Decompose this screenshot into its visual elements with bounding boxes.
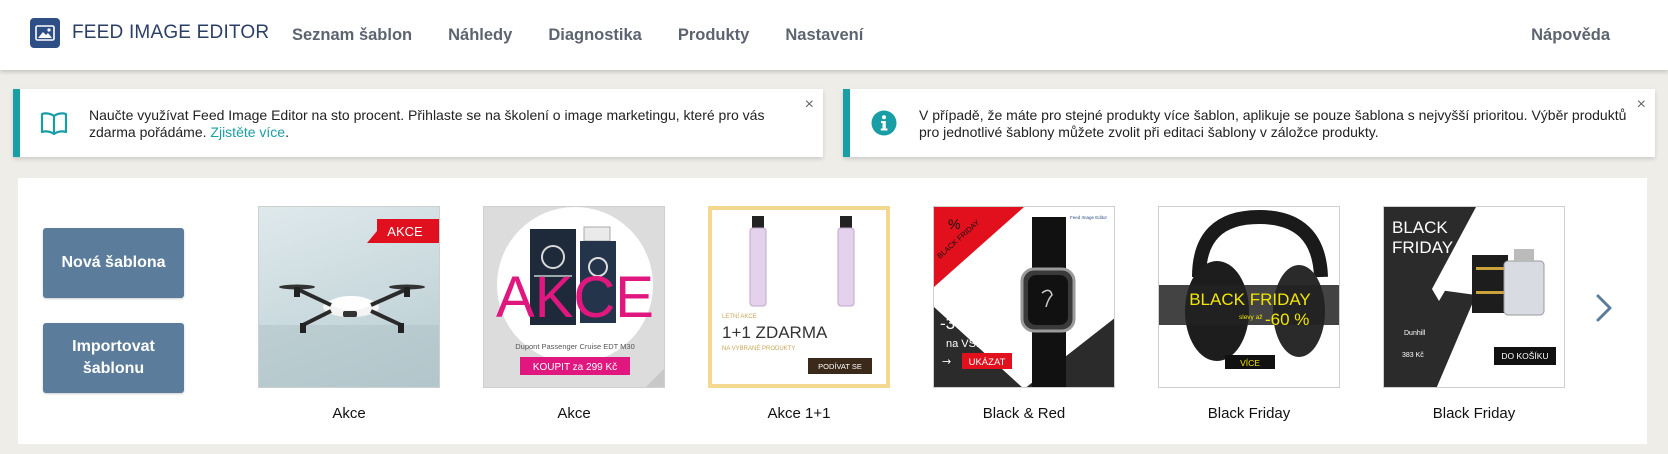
template-card[interactable]: AKCE Akce <box>258 206 440 422</box>
promo-headline: 1+1 ZDARMA <box>722 323 828 342</box>
notice-message: Naučte využívat Feed Image Editor na sto… <box>89 107 765 140</box>
template-card[interactable]: LETNÍ AKCE 1+1 ZDARMA NA VYBRANÉ PRODUKT… <box>708 206 890 422</box>
cta-text: PODÍVAT SE <box>818 362 862 371</box>
brand-name: FEED IMAGE EDITOR <box>72 22 270 43</box>
discount-text: -30 % <box>940 314 984 333</box>
template-card[interactable]: BLACK FRIDAY Dunhill 383 Kč DO KOŠÍKU Bl… <box>1383 206 1565 422</box>
new-template-button[interactable]: Nová šablona <box>43 228 184 298</box>
promo-sub: NA VYBRANÉ PRODUKTY <box>722 345 795 352</box>
template-name: Akce 1+1 <box>767 405 831 422</box>
notice-text: Naučte využívat Feed Image Editor na sto… <box>89 107 779 141</box>
nav-templates[interactable]: Seznam šablon <box>292 26 412 45</box>
cta-text: DO KOŠÍKU <box>1501 351 1548 361</box>
arrow-right-icon: → <box>942 355 951 368</box>
book-icon <box>40 109 68 137</box>
close-icon[interactable]: × <box>1637 97 1646 113</box>
template-name: Black Friday <box>1432 405 1516 422</box>
cta-text: KOUPIT za 299 Kč <box>533 362 617 373</box>
badge-text: AKCE <box>387 224 423 239</box>
close-icon[interactable]: × <box>805 97 814 113</box>
cta-text: VÍCE <box>1240 358 1260 368</box>
template-name: Black & Red <box>982 405 1066 422</box>
top-navigation-bar: FEED IMAGE EDITOR Seznam šablon Náhledy … <box>0 0 1668 70</box>
promo-headline-1: BLACK <box>1392 218 1448 237</box>
template-card[interactable]: AKCE Dupont Passenger Cruise EDT M30 KOU… <box>483 206 665 422</box>
promo-headline: BLACK FRIDAY <box>1189 290 1311 309</box>
template-gallery: Nová šablona Importovat šablonu AKCE Akc… <box>18 178 1647 444</box>
template-thumbnail: % BLACK FRIDAY Feed Image Editor -30 % n… <box>933 206 1115 388</box>
chevron-right-icon[interactable] <box>1588 288 1618 328</box>
product-name: Dupont Passenger Cruise EDT M30 <box>515 342 635 351</box>
brand-tag: Feed Image Editor <box>1070 215 1108 220</box>
nav-diagnostics[interactable]: Diagnostika <box>548 26 642 45</box>
template-name: Akce <box>557 405 591 422</box>
import-template-button[interactable]: Importovat šablonu <box>43 323 184 393</box>
nav-settings[interactable]: Nastavení <box>785 26 863 45</box>
template-name: Akce <box>332 405 366 422</box>
promo-headline-2: FRIDAY <box>1392 238 1453 257</box>
priority-notice: V případě, že máte pro stejné produkty v… <box>843 89 1655 157</box>
template-thumbnail: AKCE <box>258 206 440 388</box>
template-thumbnail: AKCE Dupont Passenger Cruise EDT M30 KOU… <box>483 206 665 388</box>
promo-headline: AKCE <box>496 265 654 330</box>
nav-products[interactable]: Produkty <box>678 26 750 45</box>
info-icon <box>870 109 898 137</box>
discount-text: -60 % <box>1265 310 1309 329</box>
discount-sub: na VŠE <box>946 337 983 350</box>
template-thumbnail: BLACK FRIDAY slevy až -60 % VÍCE <box>1158 206 1340 388</box>
cta-text: UKÁZAT <box>969 357 1006 368</box>
promo-sub: slevy až <box>1239 314 1262 321</box>
template-name: Black Friday <box>1207 405 1291 422</box>
notice-message: V případě, že máte pro stejné produkty v… <box>919 107 1627 140</box>
image-logo-icon <box>30 18 60 48</box>
training-notice: Naučte využívat Feed Image Editor na sto… <box>13 89 823 157</box>
template-card[interactable]: % BLACK FRIDAY Feed Image Editor -30 % n… <box>933 206 1115 422</box>
brand[interactable]: FEED IMAGE EDITOR <box>30 18 269 48</box>
notice-period: . <box>285 124 289 140</box>
template-thumbnail: LETNÍ AKCE 1+1 ZDARMA NA VYBRANÉ PRODUKT… <box>708 206 890 388</box>
learn-more-link[interactable]: Zjistěte více <box>210 124 285 140</box>
nav-help[interactable]: Nápověda <box>1531 26 1610 45</box>
product-name: Dunhill <box>1404 330 1426 337</box>
nav-previews[interactable]: Náhledy <box>448 26 512 45</box>
price-text: 383 Kč <box>1402 352 1424 359</box>
template-thumbnail: BLACK FRIDAY Dunhill 383 Kč DO KOŠÍKU <box>1383 206 1565 388</box>
template-card[interactable]: BLACK FRIDAY slevy až -60 % VÍCE Black F… <box>1158 206 1340 422</box>
promo-kicker: LETNÍ AKCE <box>722 313 757 320</box>
percent-mark: % <box>948 216 960 232</box>
main-nav: Seznam šablon Náhledy Diagnostika Produk… <box>292 26 899 45</box>
